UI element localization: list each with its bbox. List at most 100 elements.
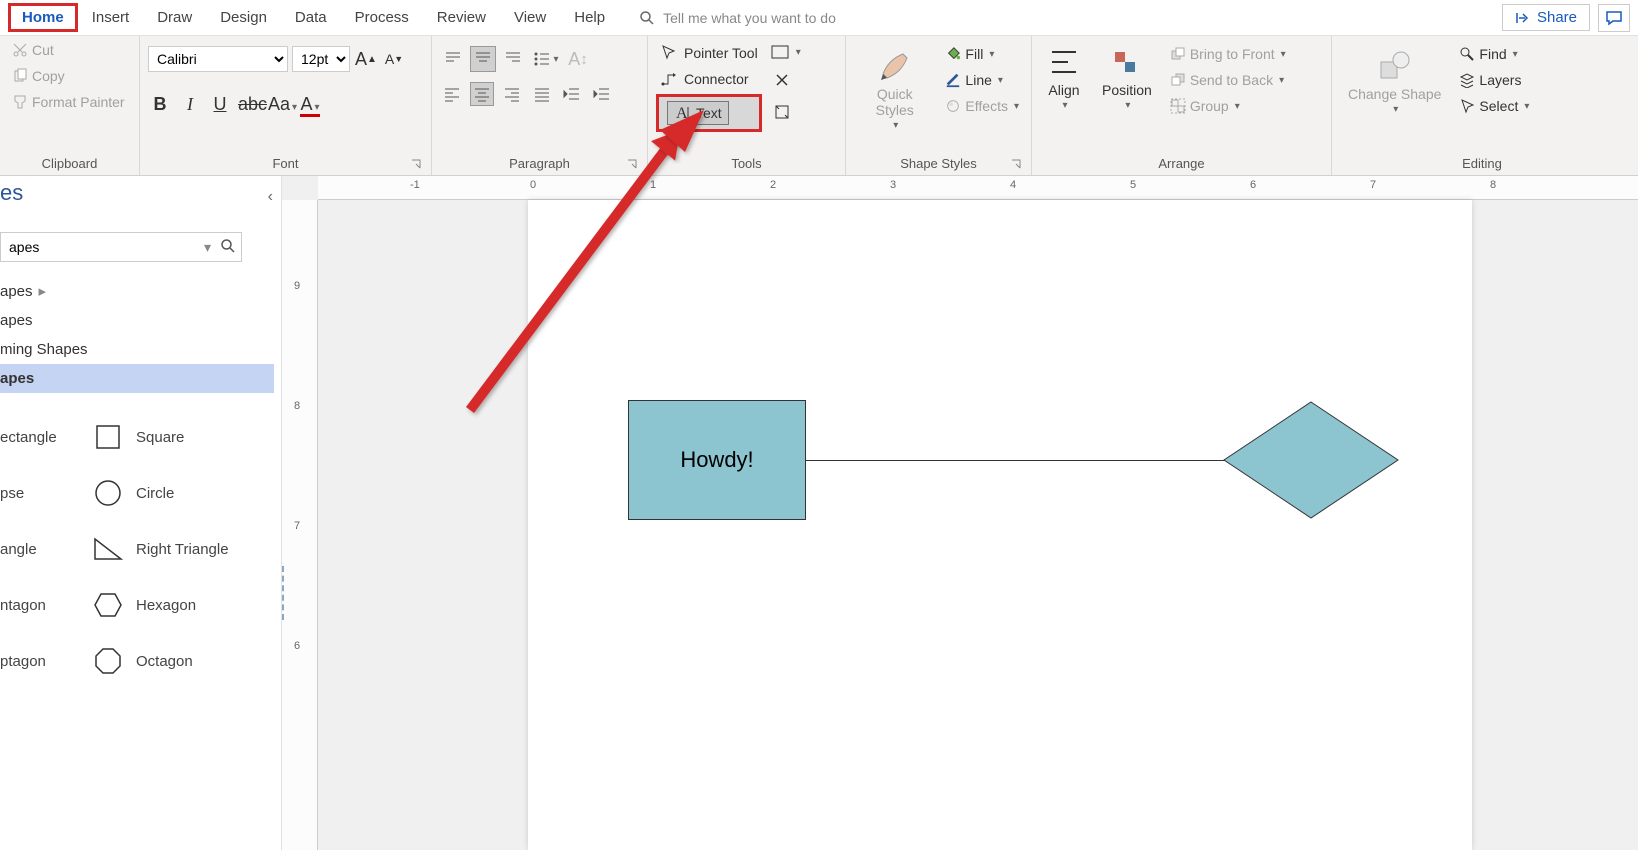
cut-label: Cut: [32, 42, 54, 58]
bullets-button[interactable]: ▾: [534, 47, 558, 71]
decrease-indent-button[interactable]: [560, 82, 584, 106]
collapse-panel-button[interactable]: ‹: [268, 188, 273, 206]
format-painter-label: Format Painter: [32, 94, 125, 110]
group-button[interactable]: Group▾: [1166, 96, 1290, 116]
bold-button[interactable]: B: [148, 94, 172, 115]
align-right-button[interactable]: [500, 82, 524, 106]
change-case-button[interactable]: Aa▾: [268, 94, 292, 115]
align-top-right-button[interactable]: [500, 46, 526, 72]
effects-button[interactable]: Effects▾: [941, 96, 1023, 116]
text-direction-button[interactable]: A↕: [566, 47, 590, 71]
font-group-label: Font: [148, 154, 423, 173]
paragraph-dialog-launcher-icon[interactable]: [625, 157, 639, 171]
ruler-number: 0: [530, 179, 536, 191]
pointer-icon: [660, 44, 678, 62]
text-tool-button[interactable]: A Text: [656, 94, 762, 132]
line-button[interactable]: Line▾: [941, 70, 1023, 90]
search-icon[interactable]: [215, 238, 241, 257]
ruler-number: 7: [1370, 179, 1376, 191]
ruler-number: 6: [294, 640, 300, 652]
shape-text: Howdy!: [680, 447, 753, 473]
paragraph-group-label: Paragraph: [440, 154, 639, 173]
line-pen-icon: [945, 72, 961, 88]
size-position-button[interactable]: [770, 100, 794, 124]
comments-button[interactable]: [1598, 4, 1630, 32]
shape-label: Hexagon: [136, 597, 196, 614]
font-color-button[interactable]: A▾: [298, 94, 322, 115]
send-back-label: Send to Back: [1190, 72, 1273, 88]
change-shape-button[interactable]: Change Shape▾: [1340, 44, 1449, 119]
shapes-search-input[interactable]: [1, 235, 200, 259]
align-left-button[interactable]: [440, 82, 464, 106]
increase-indent-button[interactable]: [590, 82, 614, 106]
shapes-search-box[interactable]: ▾: [0, 232, 242, 262]
decision-shape[interactable]: [1222, 400, 1400, 520]
align-dropdown-button[interactable]: Align▾: [1040, 44, 1088, 115]
shape-stencil-row[interactable]: pse Circle: [0, 465, 281, 521]
svg-text:A: A: [676, 105, 688, 122]
shape-stencil-row[interactable]: angle Right Triangle: [0, 521, 281, 577]
underline-button[interactable]: U: [208, 94, 232, 115]
layers-button[interactable]: Layers: [1455, 70, 1533, 90]
tell-me-box[interactable]: Tell me what you want to do: [639, 10, 1502, 26]
pointer-tool-button[interactable]: Pointer Tool: [656, 42, 762, 64]
category-item[interactable]: apes▸: [0, 276, 281, 306]
connector-icon: [660, 70, 678, 88]
fill-bucket-icon: [945, 46, 961, 62]
shape-stencil-row[interactable]: ectangle Square: [0, 409, 281, 465]
select-button[interactable]: Select▾: [1455, 96, 1533, 116]
find-button[interactable]: Find▾: [1455, 44, 1533, 64]
search-dropdown-arrow[interactable]: ▾: [200, 239, 215, 256]
category-item[interactable]: apes: [0, 306, 281, 335]
drawing-page[interactable]: Howdy!: [528, 200, 1472, 850]
tab-home[interactable]: Home: [8, 3, 78, 32]
circle-icon: [92, 477, 124, 509]
right-triangle-icon: [92, 533, 124, 565]
vertical-ruler: 9 8 7 6: [282, 200, 318, 850]
ruler-number: 3: [890, 179, 896, 191]
font-size-select[interactable]: 12pt.: [292, 46, 350, 72]
strikethrough-button[interactable]: abc: [238, 94, 262, 115]
tab-help[interactable]: Help: [560, 3, 619, 32]
shape-stencil-row[interactable]: ptagon Octagon: [0, 633, 281, 689]
square-icon: [92, 421, 124, 453]
align-center-button[interactable]: [470, 82, 494, 106]
font-dialog-launcher-icon[interactable]: [409, 157, 423, 171]
shape-styles-dialog-launcher-icon[interactable]: [1009, 157, 1023, 171]
connector-tool-button[interactable]: Connector: [656, 68, 762, 90]
tab-process[interactable]: Process: [341, 3, 423, 32]
rectangle-tool-button[interactable]: ▾: [770, 44, 801, 60]
grow-font-button[interactable]: A▲: [354, 47, 378, 71]
line-label: Line: [965, 72, 991, 88]
tab-draw[interactable]: Draw: [143, 3, 206, 32]
quick-styles-button[interactable]: Quick Styles▾: [854, 44, 935, 135]
font-name-select[interactable]: Calibri: [148, 46, 288, 72]
tab-insert[interactable]: Insert: [78, 3, 144, 32]
tab-data[interactable]: Data: [281, 3, 341, 32]
category-item-selected[interactable]: apes: [0, 364, 274, 393]
connector-tool-label: Connector: [684, 71, 749, 87]
size-icon: [773, 103, 791, 121]
send-to-back-button[interactable]: Send to Back▾: [1166, 70, 1290, 90]
delete-button[interactable]: [770, 68, 794, 92]
cut-button[interactable]: Cut: [8, 40, 129, 60]
bring-to-front-button[interactable]: Bring to Front▾: [1166, 44, 1290, 64]
tab-design[interactable]: Design: [206, 3, 281, 32]
align-top-center-button[interactable]: [470, 46, 496, 72]
italic-button[interactable]: I: [178, 94, 202, 115]
connector-line[interactable]: [806, 460, 1258, 461]
format-painter-button[interactable]: Format Painter: [8, 92, 129, 112]
tab-review[interactable]: Review: [423, 3, 500, 32]
share-button[interactable]: Share: [1502, 4, 1590, 31]
shrink-font-button[interactable]: A▼: [382, 47, 406, 71]
fill-button[interactable]: Fill▾: [941, 44, 1023, 64]
copy-button[interactable]: Copy: [8, 66, 129, 86]
category-item[interactable]: ming Shapes: [0, 335, 281, 364]
justify-button[interactable]: [530, 82, 554, 106]
position-dropdown-button[interactable]: Position▾: [1094, 44, 1160, 115]
shape-stencil-row[interactable]: ntagon Hexagon: [0, 577, 281, 633]
position-icon: [1111, 48, 1143, 80]
process-shape[interactable]: Howdy!: [628, 400, 806, 520]
tab-view[interactable]: View: [500, 3, 560, 32]
align-top-left-button[interactable]: [440, 46, 466, 72]
